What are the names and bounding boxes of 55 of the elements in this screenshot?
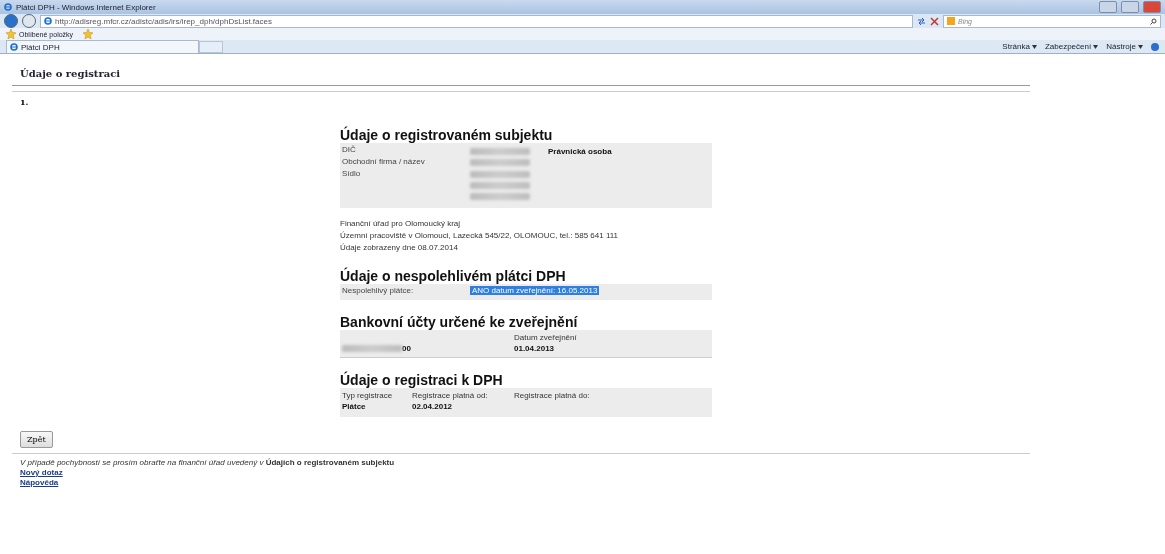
browser-icon — [10, 43, 18, 51]
field-value: ANO datum zveřejnění: 16.05.2013 — [470, 286, 600, 295]
star-icon[interactable] — [6, 29, 16, 39]
field-label: Sídlo — [342, 169, 362, 178]
office-text: Údaje zobrazeny dne 08.07.2014 — [340, 242, 459, 254]
section-heading: Údaje o nespolehlivém plátci DPH — [340, 268, 567, 284]
section-heading: Údaje o registrovaném subjektu — [340, 127, 554, 143]
browser-icon — [44, 17, 52, 25]
command-menu[interactable]: Nástroje — [1106, 42, 1143, 51]
account-suffix: 00 — [402, 344, 411, 353]
address-field[interactable]: http://adisreg.mfcr.cz/adistc/adis/irs/irep_dph/dphDsList.faces — [40, 14, 913, 28]
page-title: Údaje o registraci — [12, 62, 1030, 86]
field-label: Nespolehlivý plátce: — [342, 286, 415, 295]
browser-icon — [4, 3, 12, 11]
notice-text: V případě pochybností se prosím obraťte na finanční úřad uvedený v Údajích o registrovaném subjektu — [20, 457, 396, 468]
redacted-text — [470, 148, 530, 155]
field-label: DIČ — [342, 145, 357, 154]
redacted-text — [470, 182, 530, 189]
command-menu[interactable]: Stránka — [1002, 42, 1037, 51]
browser-tab[interactable]: Plátci DPH — [6, 40, 199, 53]
record-number: 1. — [20, 97, 30, 107]
window-title: Plátci DPH - Windows Internet Explorer — [16, 2, 156, 12]
column-label: Registrace platná od: — [412, 390, 489, 402]
date-value: 01.04.2013 — [514, 344, 556, 353]
caret-icon — [1093, 44, 1099, 49]
office-text: Územní pracoviště v Olomouci, Lazecká 545/22, OLOMOUC, tel.: 585 641 111 — [340, 230, 620, 242]
column-label: Typ registrace — [342, 390, 394, 402]
column-value: Plátce — [342, 402, 367, 411]
redacted-text — [342, 345, 402, 352]
column-label: Datum zveřejnění — [514, 332, 578, 344]
field-value: Právnická osoba — [548, 147, 612, 156]
section-heading: Údaje o registraci k DPH — [340, 372, 504, 388]
refresh-icon[interactable] — [917, 16, 926, 26]
maximize-button[interactable] — [1121, 1, 1139, 13]
field-label: Obchodní firma / název — [342, 157, 426, 166]
minimize-button[interactable] — [1099, 1, 1117, 13]
search-provider-icon — [947, 17, 955, 25]
redacted-text — [470, 193, 530, 200]
close-icon[interactable] — [930, 16, 939, 26]
caret-icon — [1031, 44, 1037, 49]
office-text: Finanční úřad pro Olomoucký kraj — [340, 218, 462, 230]
back-button[interactable] — [4, 14, 18, 28]
star-icon[interactable] — [83, 29, 94, 39]
command-menu[interactable]: Zabezpečení — [1044, 42, 1099, 51]
forward-button[interactable] — [22, 14, 36, 28]
back-button[interactable]: Zpět — [20, 431, 53, 448]
link[interactable]: Nový dotaz — [20, 468, 63, 478]
search-icon[interactable] — [1150, 17, 1157, 25]
column-label: Registrace platná do: — [514, 390, 591, 402]
section-heading: Bankovní účty určené ke zveřejnění — [340, 314, 579, 330]
redacted-text — [470, 159, 530, 166]
caret-icon — [1138, 44, 1143, 49]
link[interactable]: Nápověda — [20, 478, 59, 488]
column-value: 02.04.2012 — [412, 402, 454, 411]
redacted-text — [470, 171, 530, 178]
